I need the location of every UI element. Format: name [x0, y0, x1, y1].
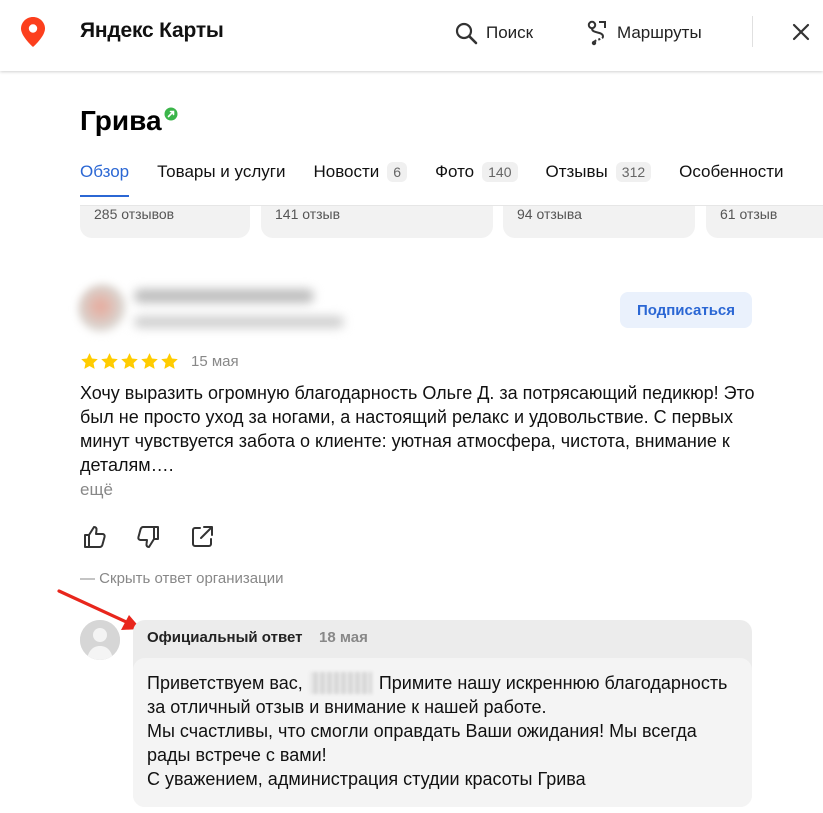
rating-card[interactable]: 141 отзыв: [261, 206, 493, 238]
star-rating: [80, 352, 179, 371]
redacted-name: [309, 672, 372, 694]
reviewer-meta-redacted: [134, 316, 344, 328]
tab-label: Особенности: [679, 162, 784, 181]
rating-card[interactable]: 94 отзыва: [503, 206, 695, 238]
hide-org-answer-link[interactable]: — Скрыть ответ организации: [80, 570, 284, 587]
answer-greeting: Приветствуем вас,: [147, 673, 303, 693]
brand-title[interactable]: Яндекс Карты: [80, 19, 224, 43]
star-icon: [121, 353, 138, 369]
reviewer-name-redacted: [134, 289, 314, 303]
rating-card[interactable]: 61 отзыв: [706, 206, 823, 238]
tab-news[interactable]: Новости 6: [313, 156, 408, 188]
thumbs-up-icon[interactable]: [82, 524, 108, 550]
routes-button[interactable]: Маршруты: [585, 19, 702, 47]
rating-card[interactable]: 285 отзывов: [80, 206, 250, 238]
rating-card-count: 141 отзыв: [275, 206, 341, 222]
subscribe-button[interactable]: Подписаться: [620, 292, 752, 328]
search-icon: [455, 22, 478, 45]
tabs-bar: Обзор Товары и услуги Новости 6 Фото 140…: [80, 156, 812, 197]
tab-count-badge: 140: [482, 162, 518, 182]
official-answer-title: Официальный ответ: [147, 629, 303, 646]
top-bar: Яндекс Карты Поиск Маршруты: [0, 0, 823, 71]
search-label: Поиск: [486, 23, 534, 42]
tab-label: Товары и услуги: [157, 162, 286, 181]
rating-card-count: 61 отзыв: [720, 206, 778, 222]
share-icon[interactable]: [189, 524, 215, 550]
divider: [752, 16, 753, 47]
tab-label: Отзывы: [545, 162, 608, 181]
review-text: Хочу выразить огромную благодарность Оль…: [80, 383, 755, 475]
read-more-link[interactable]: ещё: [80, 480, 113, 500]
org-title: Грива: [80, 105, 162, 136]
close-icon[interactable]: [789, 20, 813, 44]
tab-photos[interactable]: Фото 140: [435, 156, 518, 188]
rating-cards-strip: 285 отзывов 141 отзыв 94 отзыва 61 отзыв: [0, 206, 823, 240]
tab-label: Новости: [313, 162, 380, 181]
routes-label: Маршруты: [617, 23, 702, 42]
tab-overview[interactable]: Обзор: [80, 156, 130, 197]
user-silhouette-icon: [80, 620, 120, 660]
star-icon: [81, 353, 98, 369]
rating-card-count: 94 отзыва: [517, 206, 582, 222]
answer-line: Мы счастливы, что смогли оправдать Ваши …: [147, 721, 697, 765]
official-answer-date: 18 мая: [319, 629, 368, 646]
star-icon: [101, 353, 118, 369]
org-avatar: [80, 620, 120, 660]
star-icon: [141, 353, 158, 369]
reviewer-avatar[interactable]: [78, 284, 128, 334]
thumbs-down-icon[interactable]: [135, 524, 161, 550]
review-date: 15 мая: [191, 353, 239, 370]
official-answer-text: Приветствуем вас, Примите нашу искреннюю…: [147, 671, 742, 791]
tab-features[interactable]: Особенности: [679, 156, 783, 188]
tab-goods-services[interactable]: Товары и услуги: [157, 156, 285, 188]
map-pin-logo-icon[interactable]: [21, 17, 45, 47]
route-icon: [587, 20, 606, 46]
tab-label: Обзор: [80, 162, 130, 181]
tab-count-badge: 312: [615, 162, 652, 182]
search-button[interactable]: Поиск: [454, 19, 533, 47]
tab-label: Фото: [435, 162, 475, 181]
tab-count-badge: 6: [387, 162, 408, 182]
rating-card-count: 285 отзывов: [94, 206, 175, 222]
star-icon: [161, 353, 178, 369]
answer-signature: С уважением, администрация студии красот…: [147, 769, 586, 789]
verified-badge-icon: [164, 107, 178, 121]
tab-reviews[interactable]: Отзывы 312: [546, 156, 652, 188]
